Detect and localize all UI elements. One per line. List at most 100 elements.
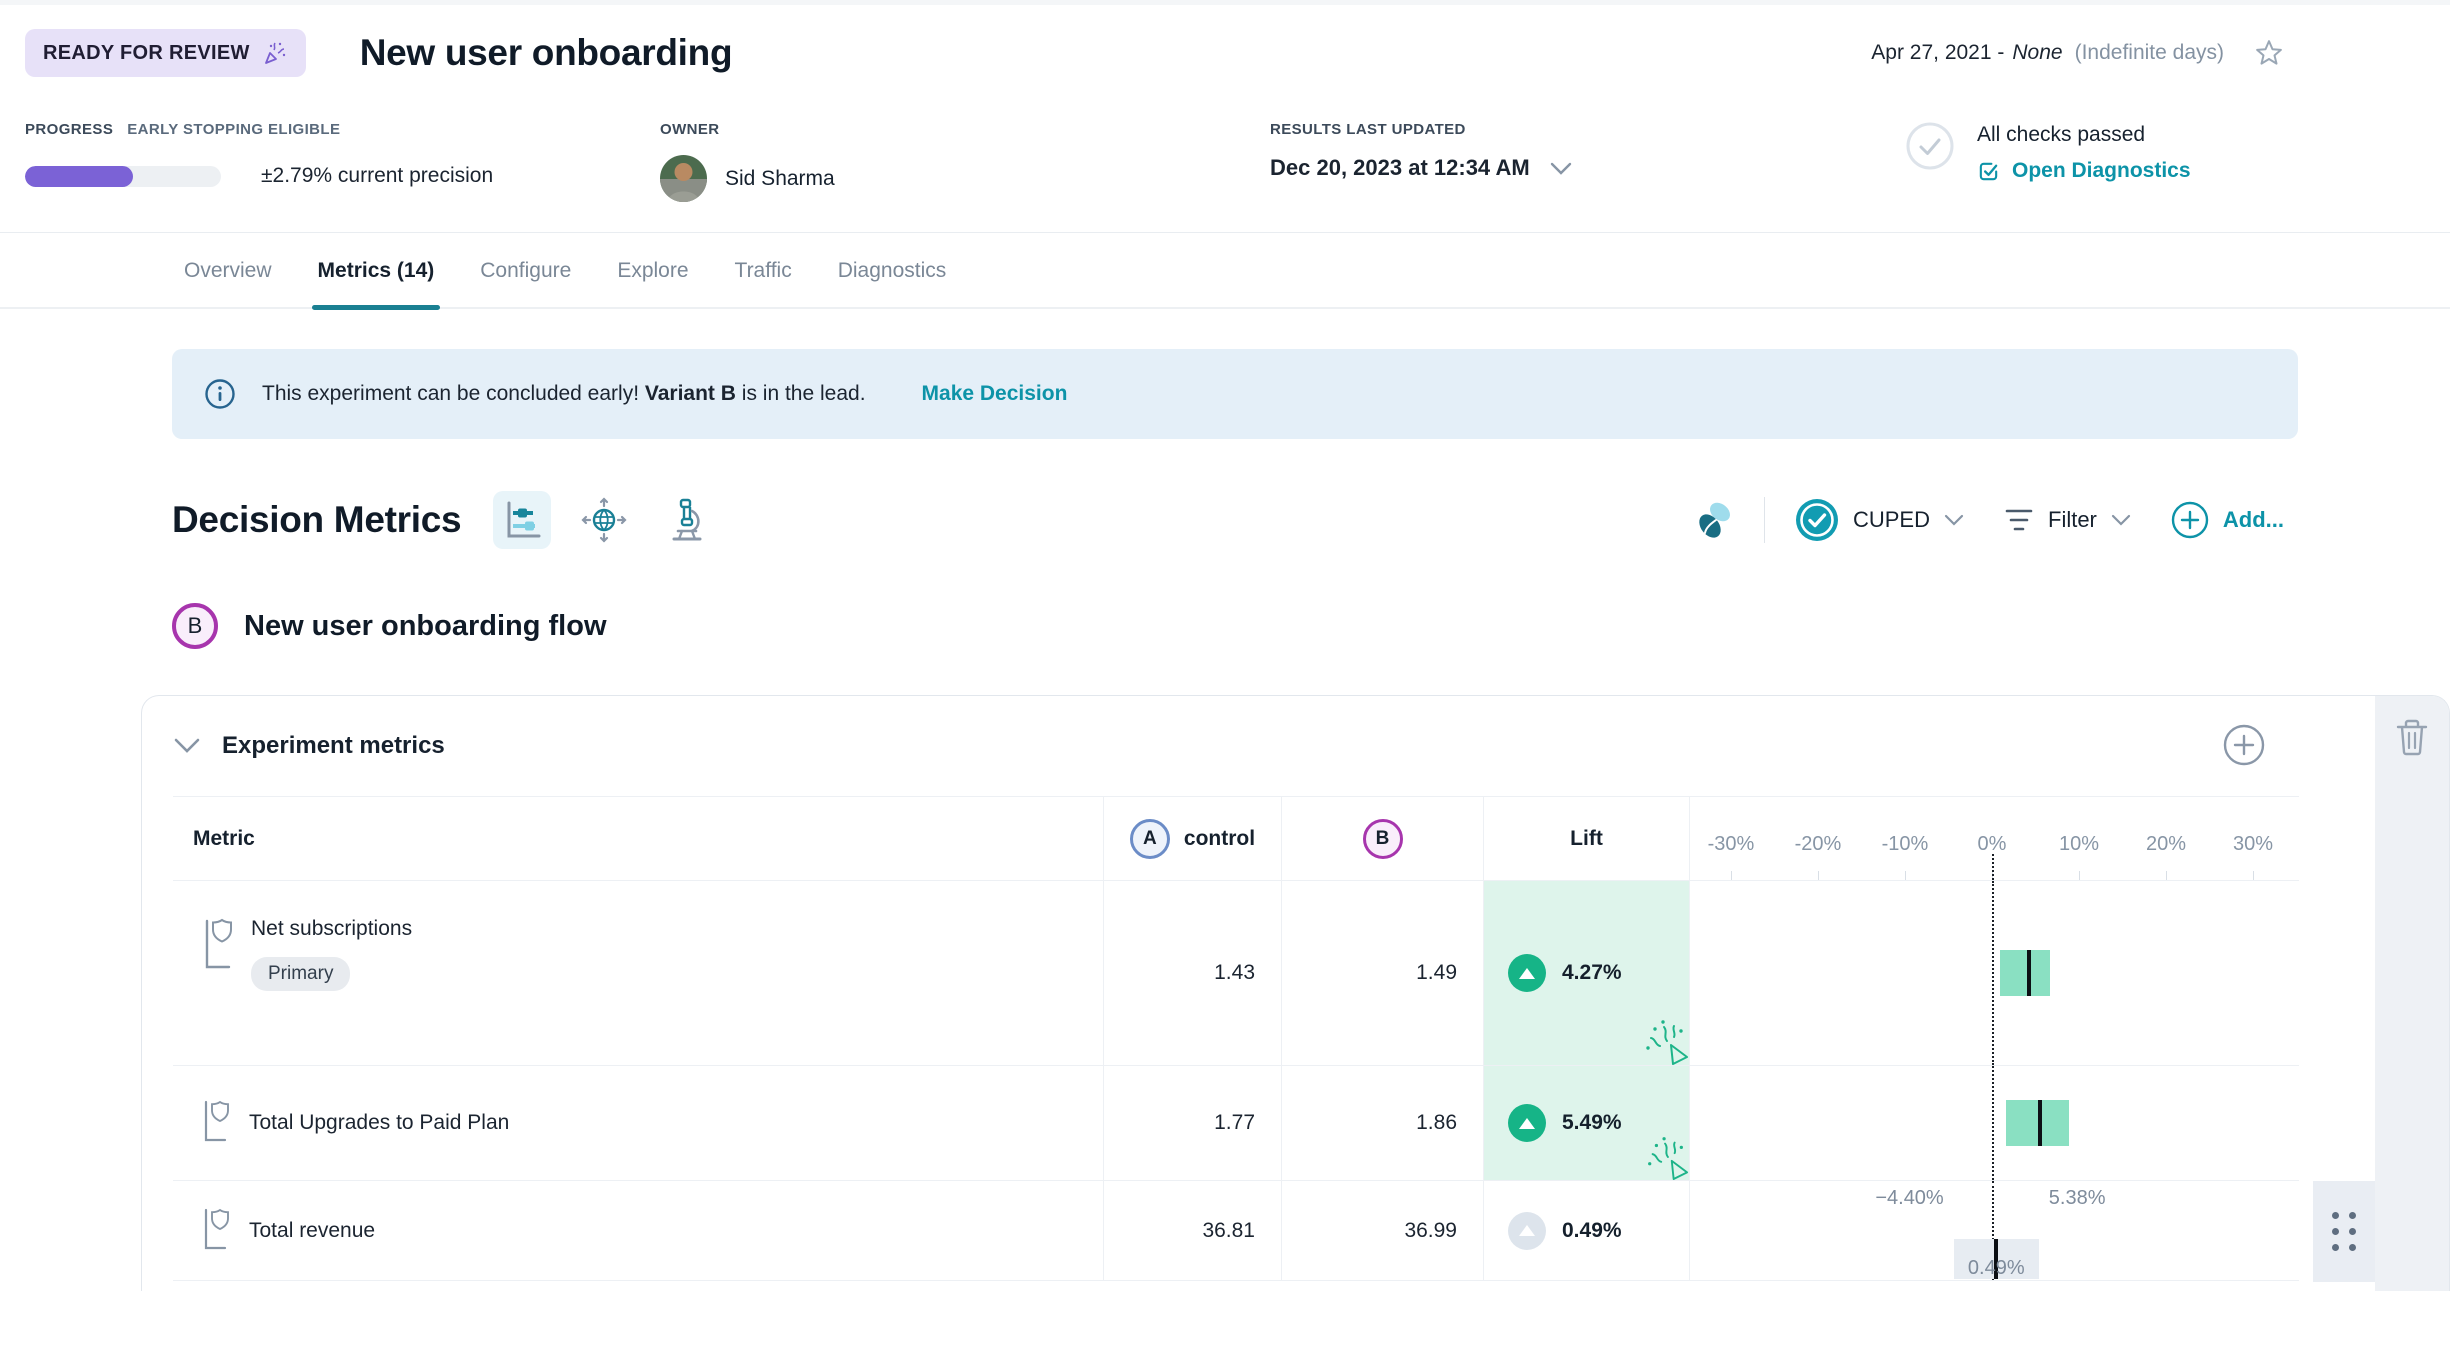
microscope-icon — [664, 497, 708, 543]
tab-overview[interactable]: Overview — [184, 259, 272, 307]
control-value: 1.43 — [1104, 881, 1282, 1065]
variant-value: 1.86 — [1282, 1066, 1484, 1180]
experiment-metrics-section-header: Experiment metrics — [142, 696, 2449, 796]
variant-b-badge: B — [1363, 819, 1403, 859]
lift-cell: 5.49% — [1484, 1066, 1690, 1180]
filter-label: Filter — [2048, 507, 2097, 533]
status-badge: READY FOR REVIEW — [25, 29, 306, 77]
diagnostics-check-icon — [1977, 160, 2000, 183]
checks-block: All checks passed Open Diagnostics — [1905, 121, 2191, 202]
confetti-icon — [1641, 1017, 1689, 1065]
axis-tick-label: -30% — [1708, 833, 1755, 856]
lift-up-icon — [1508, 1104, 1546, 1142]
owner-name: Sid Sharma — [725, 167, 835, 191]
tab-traffic[interactable]: Traffic — [735, 259, 792, 307]
decision-metrics-title: Decision Metrics — [172, 499, 461, 541]
lift-point-marker — [2027, 950, 2031, 996]
tab-bar: Overview Metrics (14) Configure Explore … — [0, 259, 2450, 309]
drag-dots-icon — [2332, 1212, 2356, 1251]
checks-status: All checks passed — [1977, 123, 2191, 147]
date-end: None — [2012, 41, 2062, 65]
ci-chart-cell — [1690, 881, 2299, 1065]
tab-metrics[interactable]: Metrics (14) — [318, 259, 435, 307]
progress-block: PROGRESS EARLY STOPPING ELIGIBLE ±2.79% … — [25, 121, 660, 202]
status-badge-label: READY FOR REVIEW — [43, 42, 250, 65]
forest-plot-icon — [501, 499, 543, 541]
guarded-metric-icon — [201, 1208, 237, 1254]
progress-label: PROGRESS — [25, 121, 113, 138]
filter-control[interactable]: Filter — [2004, 507, 2131, 533]
lift-cell: 0.49% — [1484, 1181, 1690, 1280]
collapse-chevron-icon[interactable] — [174, 738, 200, 754]
control-value: 36.81 — [1104, 1181, 1282, 1280]
guarded-metric-icon — [201, 917, 239, 975]
variant-section-title: New user onboarding flow — [244, 610, 607, 643]
date-start: Apr 27, 2021 - — [1871, 41, 2004, 65]
experiment-dates: Apr 27, 2021 - None (Indefinite days) — [1871, 41, 2224, 65]
confidence-interval-bar — [2000, 950, 2050, 996]
favorite-star-icon[interactable] — [2254, 38, 2284, 68]
trash-icon[interactable] — [2394, 718, 2430, 756]
variant-b-column-header: B — [1282, 797, 1484, 880]
control-value: 1.77 — [1104, 1066, 1282, 1180]
guarded-metric-icon — [201, 1100, 237, 1146]
open-diagnostics-link[interactable]: Open Diagnostics — [1977, 159, 2191, 183]
tab-explore[interactable]: Explore — [617, 259, 688, 307]
lift-up-icon — [1508, 954, 1546, 992]
party-popper-icon — [262, 40, 288, 66]
global-impact-view-button[interactable] — [575, 491, 633, 549]
table-row: Net subscriptions Primary 1.43 1.49 4.27… — [173, 880, 2299, 1065]
lift-cell: 4.27% — [1484, 881, 1690, 1065]
experiment-metrics-title: Experiment metrics — [222, 732, 445, 760]
page-title: New user onboarding — [360, 32, 733, 74]
info-icon — [204, 378, 236, 410]
ci-chart-cell — [1690, 1066, 2299, 1180]
row-drag-handle[interactable] — [2313, 1181, 2375, 1282]
experiment-metrics-card: Experiment metrics Metric A control B Li… — [141, 695, 2450, 1291]
banner-text: This experiment can be concluded early! … — [262, 382, 866, 406]
chevron-down-icon — [1550, 162, 1572, 175]
owner-label: OWNER — [660, 121, 720, 138]
metric-name[interactable]: Total Upgrades to Paid Plan — [249, 1111, 509, 1135]
table-row: Total Upgrades to Paid Plan 1.77 1.86 5.… — [173, 1065, 2299, 1180]
card-right-gutter — [2375, 696, 2449, 1291]
owner-block: OWNER Sid Sharma — [660, 121, 1270, 202]
forest-plot-view-button[interactable] — [493, 491, 551, 549]
plus-circle-icon — [2223, 724, 2265, 766]
make-decision-button[interactable]: Make Decision — [922, 382, 1068, 406]
filter-icon — [2004, 507, 2034, 533]
ci-low-label: −4.40% — [1875, 1187, 1943, 1210]
open-diagnostics-label: Open Diagnostics — [2012, 159, 2191, 183]
results-updated-block: RESULTS LAST UPDATED Dec 20, 2023 at 12:… — [1270, 121, 1905, 202]
banner-variant: Variant B — [645, 382, 736, 405]
lift-value: 4.27% — [1562, 961, 1622, 985]
cuped-enabled-icon — [1795, 498, 1839, 542]
deep-dive-view-button[interactable] — [657, 491, 715, 549]
tab-diagnostics[interactable]: Diagnostics — [838, 259, 947, 307]
progress-bar-fill — [25, 166, 133, 187]
early-stopping-label: EARLY STOPPING ELIGIBLE — [127, 121, 340, 138]
chevron-down-icon — [1944, 514, 1964, 526]
results-updated-dropdown[interactable]: Dec 20, 2023 at 12:34 AM — [1270, 155, 1905, 181]
variant-b-badge: B — [172, 603, 218, 649]
progress-bar — [25, 166, 221, 187]
early-decision-banner: This experiment can be concluded early! … — [172, 349, 2298, 439]
axis-tick-label: 0% — [1978, 833, 2007, 856]
metric-column-header: Metric — [173, 797, 1104, 880]
add-metric-button[interactable]: Add... — [2171, 501, 2284, 539]
cuped-toggle[interactable]: CUPED — [1795, 498, 1964, 542]
cuped-label: CUPED — [1853, 507, 1930, 533]
experiment-page: READY FOR REVIEW New user onboarding Apr… — [0, 0, 2450, 1350]
owner-avatar — [660, 155, 707, 202]
lift-value: 5.49% — [1562, 1111, 1622, 1135]
tab-configure[interactable]: Configure — [480, 259, 571, 307]
lift-value: 0.49% — [1562, 1219, 1622, 1243]
axis-tick-label: 30% — [2233, 833, 2273, 856]
add-metric-to-section-button[interactable] — [2223, 724, 2265, 766]
axis-tick-label: 20% — [2146, 833, 2186, 856]
metric-name[interactable]: Total revenue — [249, 1219, 375, 1243]
metric-name[interactable]: Net subscriptions — [251, 917, 412, 941]
ci-high-label: 5.38% — [2049, 1187, 2106, 1210]
axis-tick-label: 10% — [2059, 833, 2099, 856]
chevron-down-icon — [2111, 514, 2131, 526]
